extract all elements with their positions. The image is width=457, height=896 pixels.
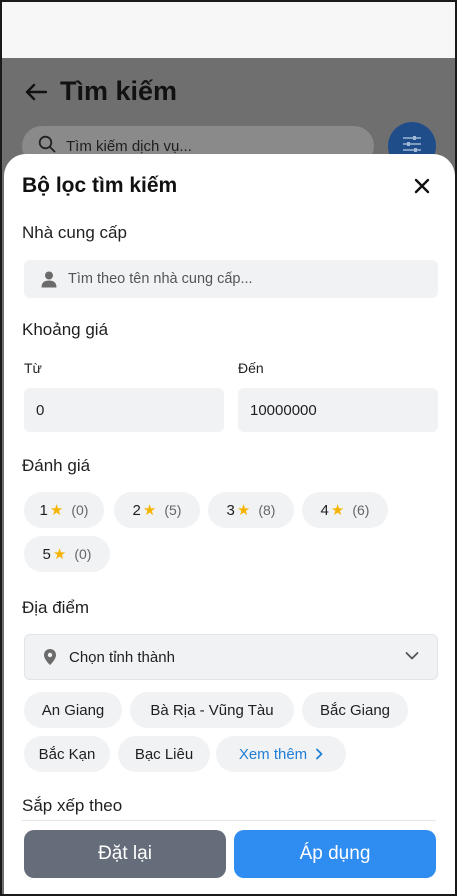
price-from-label: Từ [24,360,42,376]
rating-chip-4[interactable]: 4 ★ (6) [302,492,388,528]
rating-stars: 1 [39,501,48,519]
rating-stars: 2 [132,501,141,519]
location-chip[interactable]: Bà Rịa - Vũng Tàu [130,692,294,728]
provider-label: Nhà cung cấp [22,223,127,242]
provider-search-input[interactable]: Tìm theo tên nhà cung cấp... [24,260,438,298]
filter-bottom-sheet: Bộ lọc tìm kiếm Nhà cung cấp Tìm theo tê… [4,154,455,894]
sheet-title: Bộ lọc tìm kiếm [22,174,178,197]
search-placeholder: Tìm kiếm dịch vụ... [66,137,192,155]
app-frame: Tìm kiếm Tìm kiếm dịch vụ... Bộ lọc tìm … [0,0,457,896]
location-chip[interactable]: Bạc Liêu [118,736,210,772]
location-chip[interactable]: An Giang [24,692,122,728]
provider-placeholder: Tìm theo tên nhà cung cấp... [68,271,253,287]
star-icon: ★ [49,502,64,519]
close-icon [414,178,430,199]
sort-label: Sắp xếp theo [22,796,123,815]
rating-chip-5[interactable]: 5 ★ (0) [24,536,110,572]
price-from-value: 0 [36,401,45,419]
province-select-value: Chọn tỉnh thành [69,648,175,666]
province-select[interactable]: Chọn tỉnh thành [24,634,438,680]
footer-divider [22,820,436,821]
rating-chip-3[interactable]: 3 ★ (8) [208,492,294,528]
location-label: Địa điểm [22,598,90,617]
chevron-right-icon [315,748,323,760]
price-from-input[interactable]: 0 [24,388,224,432]
price-range-label: Khoảng giá [22,320,109,339]
rating-stars: 4 [320,501,329,519]
chevron-down-icon [405,651,419,661]
rating-count: (8) [258,502,276,518]
rating-stars: 3 [226,501,235,519]
rating-chip-2[interactable]: 2 ★ (5) [114,492,200,528]
location-pin-icon [43,648,57,666]
reset-button[interactable]: Đặt lại [24,830,226,878]
location-chip[interactable]: Bắc Kạn [24,736,110,772]
price-to-label: Đến [238,360,264,376]
person-icon [40,270,58,288]
rating-count: (0) [74,546,92,562]
location-chip[interactable]: Bắc Giang [302,692,408,728]
page-title: Tìm kiếm [60,76,178,106]
price-to-input[interactable]: 10000000 [238,388,438,432]
rating-count: (0) [71,502,89,518]
back-arrow-icon[interactable] [22,80,50,104]
rating-label: Đánh giá [22,456,91,475]
rating-stars: 5 [42,545,51,563]
see-more-label: Xem thêm [238,745,308,763]
rating-count: (5) [164,502,182,518]
star-icon: ★ [52,546,67,563]
close-button[interactable] [408,174,436,202]
see-more-button[interactable]: Xem thêm [216,736,346,772]
star-icon: ★ [142,502,157,519]
price-to-value: 10000000 [250,401,317,419]
star-icon: ★ [330,502,345,519]
rating-count: (6) [352,502,370,518]
star-icon: ★ [236,502,251,519]
search-header: Tìm kiếm [22,76,177,107]
apply-button[interactable]: Áp dụng [234,830,436,878]
status-bar [2,2,455,58]
rating-chip-1[interactable]: 1 ★ (0) [24,492,104,528]
